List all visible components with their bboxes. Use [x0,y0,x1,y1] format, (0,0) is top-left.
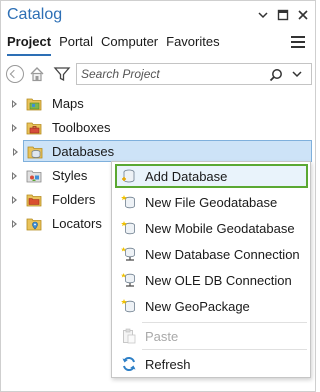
titlebar-controls [257,9,309,21]
menu-item-refresh[interactable]: Refresh [115,352,308,376]
menu-item-label: New OLE DB Connection [145,273,292,288]
styles-folder-icon [26,168,42,184]
folders-folder-icon [26,192,42,208]
tree-item-databases[interactable]: Databases [13,140,312,162]
tree-item-maps[interactable]: Maps [1,93,317,115]
menu-item-label: Add Database [145,169,228,184]
hamburger-menu-icon[interactable] [291,36,305,48]
options-dropdown-icon[interactable] [257,9,269,21]
new-mobile-geodatabase-icon [121,220,137,236]
catalog-pane: Catalog Project Portal Computer Favorite… [0,0,316,392]
tab-favorites[interactable]: Favorites [166,34,219,54]
menu-item-new-database-connection[interactable]: New Database Connection [115,242,308,266]
expand-arrow-icon[interactable] [12,196,17,204]
expand-arrow-icon[interactable] [12,220,17,228]
tree-item-label: Toolboxes [52,120,111,135]
expand-arrow-icon[interactable] [12,124,17,132]
tree-item-label: Styles [52,168,88,183]
new-database-connection-icon [121,246,137,262]
catalog-toolbar [6,63,312,85]
databases-folder-icon [27,144,43,160]
paste-icon [121,328,137,344]
menu-item-new-mobile-geodatabase[interactable]: New Mobile Geodatabase [115,216,308,240]
tree-item-label: Maps [52,96,84,111]
tree-item-label: Databases [52,144,115,159]
close-icon[interactable] [297,9,309,21]
search-options-chevron-icon[interactable] [291,67,303,84]
databases-context-menu: Add Database New File Geodatabase New Mo… [111,161,311,378]
expand-arrow-icon[interactable] [12,100,17,108]
tree-item-label: Folders [52,192,96,207]
tree-item-toolboxes[interactable]: Toolboxes [1,117,317,139]
active-tab-indicator [7,54,51,56]
back-icon[interactable] [6,65,24,83]
menu-item-label: New Database Connection [145,247,300,262]
menu-item-label: Paste [145,329,179,344]
new-ole-db-connection-icon [121,272,137,288]
filter-icon[interactable] [53,65,71,83]
maximize-icon[interactable] [277,9,289,21]
new-file-geodatabase-icon [121,194,137,210]
menu-item-label: New GeoPackage [145,299,250,314]
search-box [76,63,312,85]
refresh-icon [121,356,137,372]
expand-arrow-icon[interactable] [12,172,17,180]
tree-item-label: Locators [52,216,102,231]
toolboxes-folder-icon [26,120,42,136]
menu-separator [142,349,307,350]
menu-item-paste: Paste [115,324,308,348]
tab-project[interactable]: Project [7,34,51,54]
expand-arrow-icon[interactable] [13,148,18,156]
search-icon[interactable] [269,68,283,87]
pane-title: Catalog [7,6,63,23]
search-input[interactable] [81,67,261,81]
home-icon[interactable] [28,65,46,83]
menu-item-label: Refresh [145,357,191,372]
menu-item-new-file-geodatabase[interactable]: New File Geodatabase [115,190,308,214]
maps-folder-icon [26,96,42,112]
new-geopackage-icon [121,298,137,314]
locators-folder-icon [26,216,42,232]
add-database-icon [121,168,137,184]
menu-item-label: New Mobile Geodatabase [145,221,295,236]
menu-item-add-database[interactable]: Add Database [115,164,308,188]
tab-computer[interactable]: Computer [101,34,158,54]
menu-item-new-ole-db-connection[interactable]: New OLE DB Connection [115,268,308,292]
menu-item-new-geopackage[interactable]: New GeoPackage [115,294,308,318]
tab-portal[interactable]: Portal [59,34,93,54]
catalog-tabs: Project Portal Computer Favorites [7,34,220,54]
pane-titlebar: Catalog [7,6,311,28]
menu-item-label: New File Geodatabase [145,195,278,210]
menu-separator [142,322,307,323]
